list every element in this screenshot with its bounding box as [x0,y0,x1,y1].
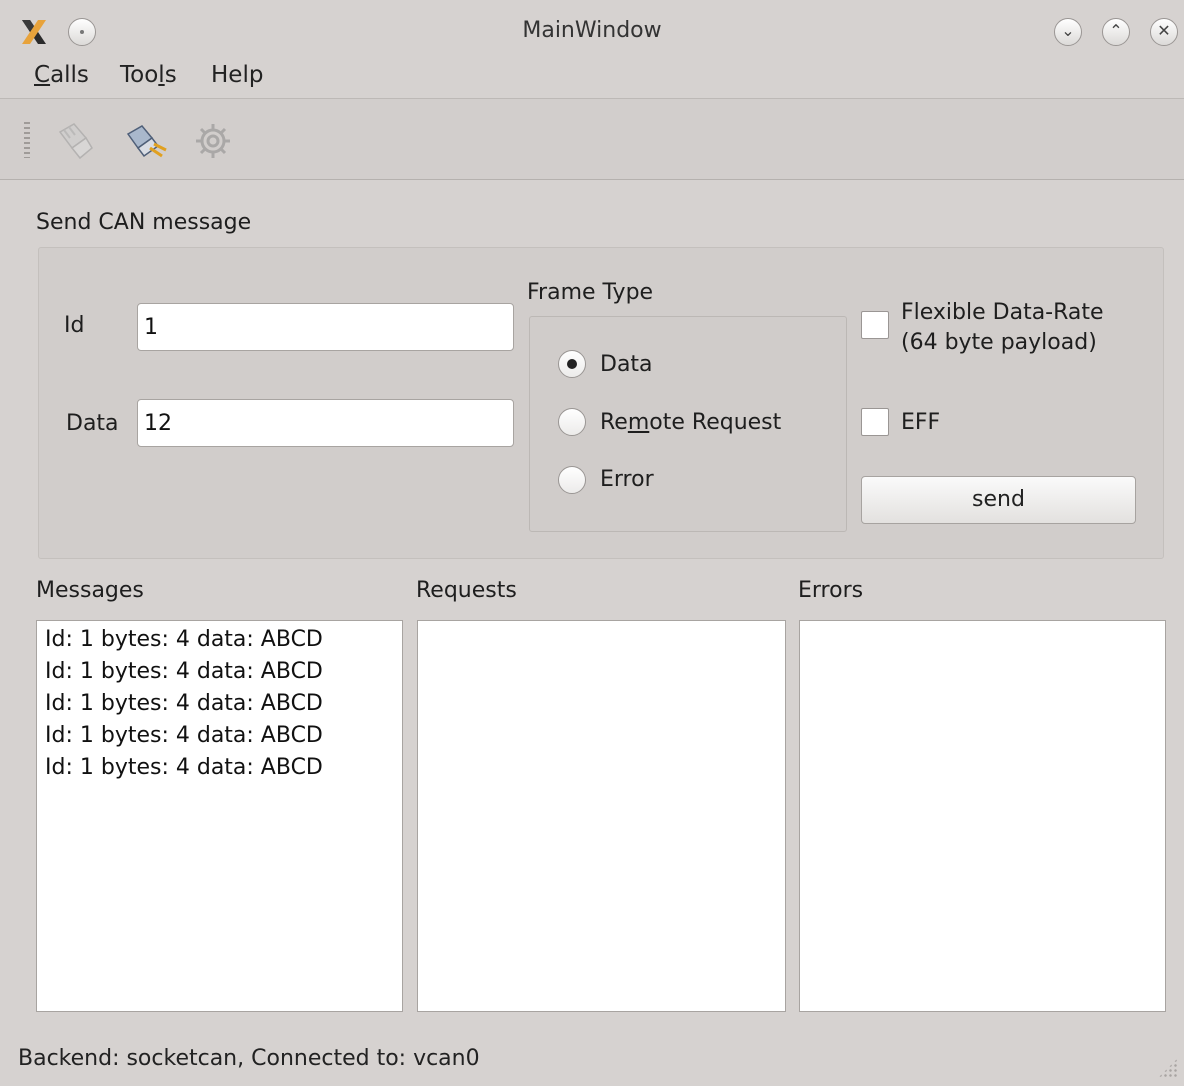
errors-list[interactable] [799,620,1166,1012]
data-label: Data [66,411,119,436]
minimize-button[interactable]: ⌄ [1054,18,1082,46]
toolbar [0,99,1184,180]
radio-data[interactable] [558,350,586,378]
chevron-up-icon: ⌃ [1109,21,1123,40]
resize-grip[interactable] [1158,1058,1178,1078]
errors-title: Errors [798,578,864,603]
requests-list[interactable] [417,620,786,1012]
menu-tools-label-rest: s [164,62,177,88]
menu-calls-mnemonic: C [34,62,51,88]
eff-checkbox-label[interactable]: EFF [901,410,940,435]
remote-request-text-pre: Re [600,410,628,435]
menu-tools[interactable]: Tools [120,62,177,88]
radio-remote-request[interactable] [558,408,586,436]
send-group-title: Send CAN message [36,210,252,235]
radio-error-label[interactable]: Error [600,467,654,492]
id-label: Id [64,313,85,338]
connect-icon[interactable] [52,118,98,164]
status-bar-text: Backend: socketcan, Connected to: vcan0 [18,1046,480,1071]
data-input[interactable] [137,399,514,447]
fd-label-line2: (64 byte payload) [901,330,1097,355]
messages-title: Messages [36,578,144,603]
close-button[interactable]: ✕ [1150,18,1178,46]
requests-title: Requests [416,578,517,603]
remote-request-text-rest: ote Request [649,410,782,435]
list-item[interactable]: Id: 1 bytes: 4 data: ABCD [37,688,402,720]
menu-calls[interactable]: Calls [34,62,89,88]
radio-error[interactable] [558,466,586,494]
window-title: MainWindow [522,18,662,43]
menu-calls-label: alls [50,62,89,88]
id-input[interactable] [137,303,514,351]
settings-gear-icon[interactable] [190,118,236,164]
fd-checkbox-label[interactable]: Flexible Data-Rate (64 byte payload) [901,298,1104,358]
list-item[interactable]: Id: 1 bytes: 4 data: ABCD [37,624,402,656]
radio-remote-request-label[interactable]: Remote Request [600,410,781,435]
close-icon: ✕ [1157,21,1171,40]
remote-request-mnemonic: m [627,410,650,435]
list-item[interactable]: Id: 1 bytes: 4 data: ABCD [37,656,402,688]
chevron-down-icon: ⌄ [1061,21,1075,40]
radio-data-label[interactable]: Data [600,352,653,377]
send-button[interactable]: send [861,476,1136,524]
eff-checkbox[interactable] [861,408,889,436]
disconnect-icon[interactable] [122,118,168,164]
frame-type-title: Frame Type [527,280,654,305]
fd-checkbox[interactable] [861,311,889,339]
maximize-button[interactable]: ⌃ [1102,18,1130,46]
menu-help[interactable]: Help [211,62,263,88]
fd-label-line1: Flexible Data-Rate [901,300,1104,325]
list-item[interactable]: Id: 1 bytes: 4 data: ABCD [37,720,402,752]
list-item[interactable]: Id: 1 bytes: 4 data: ABCD [37,752,402,784]
messages-list[interactable]: Id: 1 bytes: 4 data: ABCD Id: 1 bytes: 4… [36,620,403,1012]
menu-tools-label: Too [120,62,159,88]
toolbar-grip[interactable] [24,122,30,158]
